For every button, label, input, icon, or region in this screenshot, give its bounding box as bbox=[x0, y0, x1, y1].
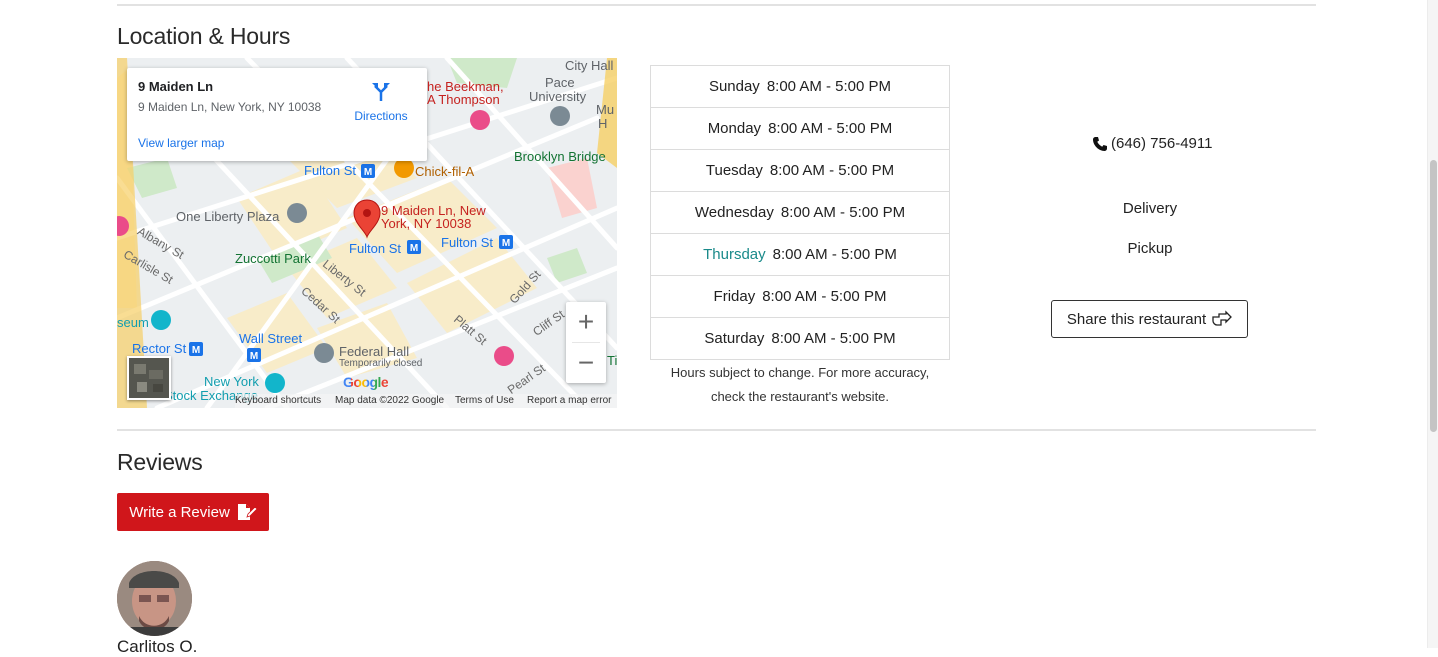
svg-text:M: M bbox=[410, 243, 418, 254]
view-larger-map-link[interactable]: View larger map bbox=[138, 136, 224, 150]
reviewer-photo bbox=[117, 561, 192, 636]
hours-time: 8:00 AM - 5:00 PM bbox=[769, 162, 895, 179]
scrollbar-thumb[interactable] bbox=[1430, 160, 1437, 432]
report-map-error-link[interactable]: Report a map error bbox=[527, 395, 611, 406]
hours-row-friday: Friday 8:00 AM - 5:00 PM bbox=[651, 276, 949, 318]
hours-row-wednesday: Wednesday 8:00 AM - 5:00 PM bbox=[651, 192, 949, 234]
hours-day: Sunday bbox=[708, 78, 760, 95]
satellite-preview-icon bbox=[129, 358, 169, 398]
map-label-temporarily-closed: Temporarily closed bbox=[339, 358, 423, 369]
hours-row-monday: Monday 8:00 AM - 5:00 PM bbox=[651, 108, 949, 150]
hours-time: 8:00 AM - 5:00 PM bbox=[780, 204, 906, 221]
reviews-title: Reviews bbox=[117, 449, 203, 475]
map-label-ti: Ti bbox=[607, 353, 617, 368]
write-review-button[interactable]: Write a Review bbox=[117, 493, 269, 531]
map-label-pace-university: University bbox=[529, 89, 587, 104]
terms-of-use-link[interactable]: Terms of Use bbox=[455, 395, 514, 406]
map-label-rector-st: Rector St bbox=[132, 341, 187, 356]
hours-note: Hours subject to change. For more accura… bbox=[650, 361, 950, 409]
hours-table: Sunday 8:00 AM - 5:00 PM Monday 8:00 AM - 5… bbox=[650, 65, 950, 360]
map-place-name: 9 Maiden Ln bbox=[138, 79, 214, 94]
satellite-toggle[interactable] bbox=[127, 356, 171, 400]
map-footer: Keyboard shortcuts Map data ©2022 Google… bbox=[235, 394, 617, 408]
map-label-one-liberty-plaza: One Liberty Plaza bbox=[176, 209, 280, 224]
map-label-pin-line2: York, NY 10038 bbox=[381, 216, 472, 231]
hours-time: 8:00 AM - 5:00 PM bbox=[768, 120, 893, 137]
edit-document-icon bbox=[237, 504, 257, 520]
directions-icon bbox=[372, 83, 390, 101]
zoom-out-button[interactable]: − bbox=[566, 343, 606, 383]
hours-day: Wednesday bbox=[694, 204, 774, 221]
zoom-in-button[interactable]: + bbox=[566, 302, 606, 342]
service-delivery: Delivery bbox=[1122, 200, 1178, 217]
hours-note-line2: check the restaurant's website. bbox=[710, 389, 890, 404]
svg-text:M: M bbox=[502, 238, 510, 249]
map-label-pace: Pace bbox=[545, 75, 575, 90]
map-label-mu: Mu bbox=[596, 102, 615, 117]
map-label-museum: seum bbox=[117, 315, 149, 330]
hours-time: 8:00 AM - 5:00 PM bbox=[772, 246, 897, 263]
directions-button[interactable]: Directions bbox=[351, 80, 411, 123]
svg-text:M: M bbox=[250, 351, 258, 362]
map-label-brooklyn-bridge: Brooklyn Bridge bbox=[514, 149, 606, 164]
map-label-new-york: New York bbox=[204, 374, 259, 389]
embedded-map[interactable]: M M M M M 9 Maiden Ln 9 Maiden Ln, New Y… bbox=[117, 58, 617, 408]
hours-row-saturday: Saturday 8:00 AM - 5:00 PM bbox=[651, 318, 949, 359]
map-label-zuccotti-park: Zuccotti Park bbox=[235, 251, 311, 266]
map-label-ha: H bbox=[598, 116, 608, 131]
share-restaurant-button[interactable]: Share this restaurant bbox=[1051, 300, 1248, 338]
google-logo: Google bbox=[343, 374, 389, 390]
hours-time: 8:00 AM - 5:00 PM bbox=[766, 78, 892, 95]
hours-time: 8:00 AM - 5:00 PM bbox=[771, 330, 896, 347]
phone-number: (646) 756-4911 bbox=[1111, 135, 1213, 152]
hours-note-line1: Hours subject to change. For more accura… bbox=[670, 365, 930, 380]
map-place-card: 9 Maiden Ln 9 Maiden Ln, New York, NY 10… bbox=[127, 68, 427, 161]
map-label-fulton-st-1: Fulton St bbox=[304, 163, 357, 178]
hours-row-thursday: Thursday 8:00 AM - 5:00 PM bbox=[651, 234, 949, 276]
phone-icon bbox=[1093, 136, 1107, 151]
divider-middle bbox=[117, 429, 1316, 431]
map-zoom-controls: + − bbox=[566, 302, 606, 383]
svg-text:M: M bbox=[364, 167, 372, 178]
share-hand-icon bbox=[1212, 310, 1233, 326]
hours-day: Saturday bbox=[704, 330, 765, 347]
hours-row-sunday: Sunday 8:00 AM - 5:00 PM bbox=[651, 66, 949, 108]
share-restaurant-label: Share this restaurant bbox=[1066, 310, 1207, 328]
map-data-credit: Map data ©2022 Google bbox=[335, 395, 445, 406]
hours-day: Thursday bbox=[703, 246, 766, 263]
svg-text:M: M bbox=[192, 345, 200, 356]
map-label-fulton-st-3: Fulton St bbox=[441, 235, 494, 250]
map-label-wall-street: Wall Street bbox=[239, 331, 303, 346]
phone-link[interactable]: (646) 756-4911 bbox=[1092, 135, 1212, 152]
reviewer-avatar[interactable] bbox=[117, 561, 192, 636]
map-label-chick-fil-a: Chick-fil-A bbox=[415, 164, 475, 179]
service-pickup: Pickup bbox=[1127, 240, 1173, 257]
hours-day: Friday bbox=[713, 288, 756, 305]
map-label-city-hall: City Hall bbox=[565, 58, 614, 73]
hours-time: 8:00 AM - 5:00 PM bbox=[762, 288, 887, 305]
hours-day: Monday bbox=[707, 120, 762, 137]
map-place-address: 9 Maiden Ln, New York, NY 10038 bbox=[138, 100, 322, 114]
map-label-federal-hall: Federal Hall bbox=[339, 344, 410, 359]
divider-top bbox=[117, 4, 1316, 6]
hours-day: Tuesday bbox=[705, 162, 763, 179]
directions-label: Directions bbox=[354, 109, 408, 123]
map-label-thompson: A Thompson bbox=[427, 92, 500, 107]
map-label-fulton-st-2: Fulton St bbox=[349, 241, 402, 256]
keyboard-shortcuts-link[interactable]: Keyboard shortcuts bbox=[235, 395, 321, 406]
hours-row-tuesday: Tuesday 8:00 AM - 5:00 PM bbox=[651, 150, 949, 192]
reviewer-name[interactable]: Carlitos O. bbox=[117, 637, 197, 657]
location-hours-title: Location & Hours bbox=[117, 23, 291, 49]
write-review-label: Write a Review bbox=[129, 503, 230, 521]
